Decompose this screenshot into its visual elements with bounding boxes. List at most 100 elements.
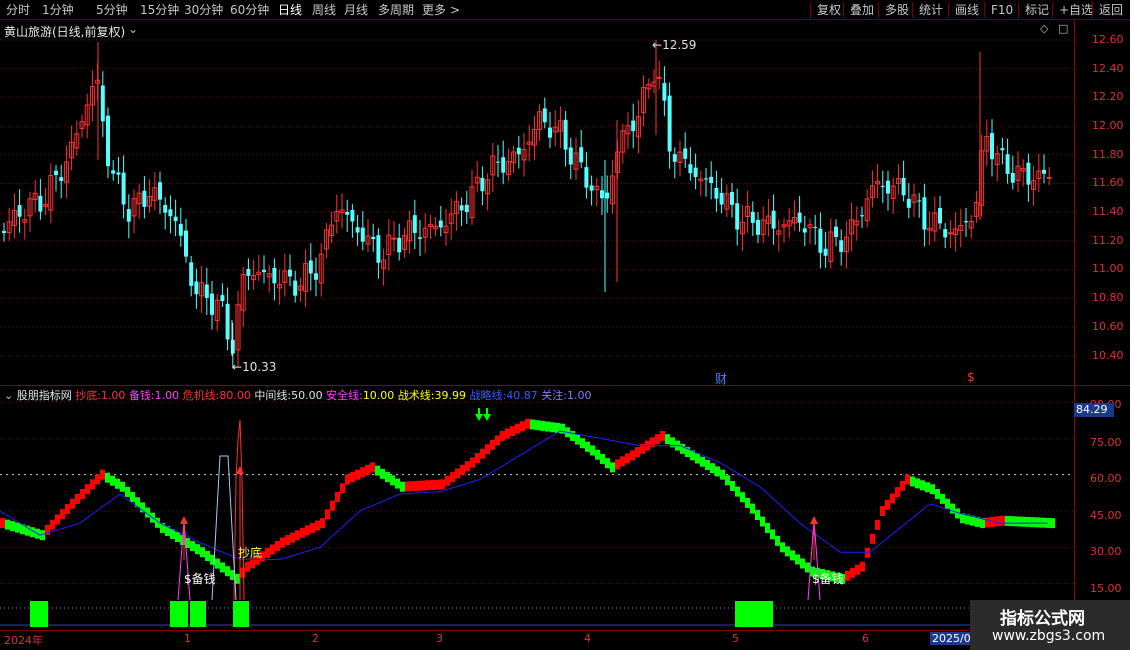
indicator-name[interactable]: 股朋指标网 — [17, 389, 72, 402]
candle-body — [184, 230, 188, 257]
price-tick: 12.60 — [1092, 33, 1124, 46]
candle-body — [1010, 172, 1015, 183]
chart-canvas[interactable] — [0, 0, 1130, 650]
tactical-line-block — [540, 420, 545, 431]
date-tick: 1 — [184, 632, 191, 645]
indicator-collapse-icon[interactable]: ⌄ — [4, 389, 13, 402]
tactical-line-block — [115, 478, 120, 489]
date-tick: 4 — [584, 632, 591, 645]
tactical-line-block — [485, 444, 490, 455]
param-zhanshu-label: 战术线: — [397, 389, 435, 402]
candle-body — [308, 260, 313, 274]
candle-body — [756, 219, 760, 235]
candle-body — [262, 269, 266, 272]
tactical-line-block — [290, 532, 295, 543]
tactical-line-block — [50, 519, 55, 530]
tactical-line-block — [495, 435, 500, 446]
tactical-line-block — [1030, 517, 1035, 528]
tactical-line-block — [105, 472, 110, 483]
candle-body — [834, 226, 838, 237]
candle-body — [667, 95, 672, 152]
tactical-line-block — [845, 570, 850, 581]
candle-body — [158, 182, 162, 200]
candle-body — [797, 212, 802, 223]
watermark-url: www.zbgs3.com — [992, 628, 1106, 644]
candle-body — [1042, 169, 1046, 174]
tactical-line-block — [375, 465, 380, 476]
candle-body — [126, 209, 131, 222]
candle-body — [371, 236, 376, 240]
date-tick: 6 — [862, 632, 869, 645]
candle-body — [17, 205, 22, 217]
candle-body — [496, 161, 500, 163]
param-chaodi-value: 1.00 — [100, 389, 126, 402]
candle-body — [750, 211, 755, 223]
price-tick: 12.00 — [1092, 119, 1124, 132]
candle-body — [189, 262, 194, 286]
dividend-event-mark[interactable]: $ — [967, 370, 975, 384]
candle-body — [225, 303, 230, 340]
param-zhongjian-value: 50.00 — [291, 389, 323, 402]
candle-body — [860, 215, 864, 217]
title-dropdown-icon[interactable]: ⌄ — [128, 22, 138, 36]
tactical-line-block — [575, 434, 580, 445]
tactical-line-block — [600, 453, 605, 464]
square-icon[interactable]: □ — [1058, 22, 1068, 35]
tactical-line-block — [580, 438, 585, 449]
cash-arrow-head — [180, 516, 188, 524]
candle-body — [656, 76, 662, 79]
price-tick: 10.80 — [1092, 291, 1124, 304]
tactical-line-block — [665, 434, 670, 445]
param-zhanlue-label: 战略线: — [469, 389, 507, 402]
tactical-line-block — [785, 546, 790, 557]
indicator-tick: 75.00 — [1090, 436, 1122, 449]
candle-body — [418, 237, 422, 239]
tactical-line-block — [1010, 516, 1015, 527]
tactical-line-block — [465, 461, 470, 472]
param-guanzhu-label: 关注: — [541, 389, 567, 402]
tactical-line-block — [275, 540, 280, 551]
candle-body — [230, 339, 235, 354]
tactical-line-block — [10, 521, 15, 532]
candle-body — [54, 170, 58, 176]
candle-body — [397, 237, 402, 253]
price-tick: 11.20 — [1092, 234, 1124, 247]
down-arrow-head — [475, 414, 483, 421]
candle-body — [947, 232, 953, 235]
tactical-line-block — [355, 469, 360, 480]
tactical-line-block — [730, 480, 735, 491]
tactical-line-block — [1035, 517, 1040, 528]
indicator-tick: 30.00 — [1090, 545, 1122, 558]
candle-body — [204, 284, 209, 298]
candle-body — [922, 197, 927, 230]
tactical-line-block — [875, 519, 880, 530]
tactical-line-block — [480, 448, 485, 459]
candle-body — [813, 226, 818, 228]
tactical-line-block — [765, 522, 770, 533]
candle-body — [672, 154, 677, 162]
tactical-line-block — [635, 447, 640, 458]
tactical-line-block — [890, 493, 895, 504]
cash-marker-label: $备钱 — [184, 572, 216, 586]
price-tick: 12.20 — [1092, 90, 1124, 103]
tactical-line-block — [430, 479, 435, 490]
price-tick: 11.60 — [1092, 176, 1124, 189]
candle-body — [693, 167, 698, 177]
tactical-line-block — [425, 480, 430, 491]
candle-body — [59, 177, 64, 182]
date-bar-divider — [0, 630, 1130, 631]
param-beiqian-label: 备钱: — [128, 389, 155, 402]
tactical-line-block — [910, 476, 915, 487]
candle-body — [412, 215, 417, 233]
tactical-line-block — [445, 475, 450, 486]
tactical-line-block — [370, 462, 375, 473]
tactical-line-block — [995, 516, 1000, 527]
tactical-line-block — [1050, 518, 1055, 529]
tactical-line-block — [790, 550, 795, 561]
finance-event-mark[interactable]: 财 — [715, 370, 727, 387]
tactical-line-block — [935, 489, 940, 500]
tactical-line-block — [15, 522, 20, 533]
tactical-line-block — [660, 430, 665, 441]
diamond-icon[interactable]: ◇ — [1040, 22, 1048, 35]
candle-body — [901, 177, 906, 196]
